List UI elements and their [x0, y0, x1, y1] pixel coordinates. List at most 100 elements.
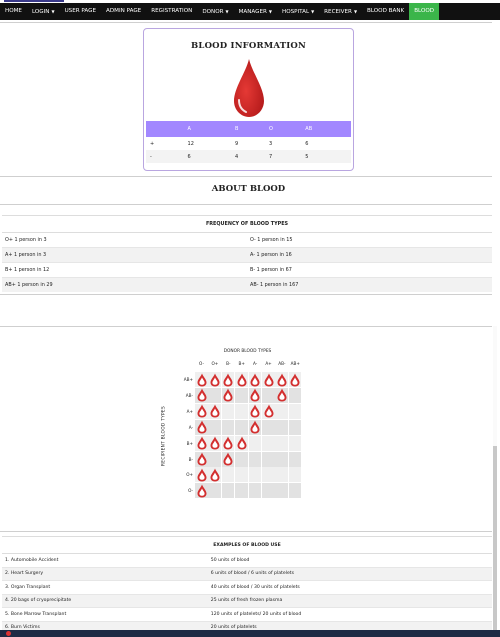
compatibility-cell: [195, 419, 208, 435]
blood-drop-icon: [210, 436, 220, 450]
frequency-cell: A+ 1 person in 3: [2, 247, 247, 263]
blood-use-cell: 50 units of blood: [207, 553, 492, 567]
nav-item-blood[interactable]: BLOOD: [409, 3, 440, 20]
nav-item-hospital[interactable]: HOSPITAL ▼: [277, 3, 319, 20]
info-cell: 4: [230, 150, 265, 163]
blood-use-row: 3. Organ Transplant 40 units of blood / 3…: [2, 580, 492, 594]
blood-use-table: EXAMPLES OF BLOOD USE 1. Automobile Accid…: [2, 536, 492, 634]
frequency-cell: AB+ 1 person in 29: [2, 277, 247, 292]
nav-item-label: RECEIVER: [324, 9, 352, 15]
frequency-row: O+ 1 person in 3 O- 1 person in 15: [2, 232, 492, 248]
info-cell: +: [150, 140, 155, 147]
compatibility-cell: [288, 451, 302, 467]
compatibility-cell: [235, 403, 248, 419]
nav-item-label: REGISTRATION: [151, 8, 193, 14]
info-cell: -: [146, 150, 184, 163]
info-cell: 6: [183, 150, 231, 163]
compatibility-cell: [195, 387, 208, 403]
compatibility-cell: [275, 467, 288, 483]
compatibility-cell: [235, 483, 248, 499]
blood-drop-icon: [210, 404, 220, 418]
caret-down-icon: ▼: [311, 9, 315, 14]
blood-drop-icon: [197, 420, 206, 434]
nav-item-home[interactable]: HOME: [0, 3, 27, 20]
nav-item-donor[interactable]: DONOR ▼: [197, 3, 233, 20]
scrollbar[interactable]: [493, 326, 497, 631]
nav-item-receiver[interactable]: RECEIVER ▼: [319, 3, 362, 20]
compatibility-cell: [221, 372, 235, 388]
blood-drop-icon: [250, 404, 260, 418]
blood-drop-icon: [264, 373, 273, 386]
frequency-title: FREQUENCY OF BLOOD TYPES: [2, 215, 492, 233]
info-header-cell: B: [230, 121, 265, 137]
blood-drop-icon: [250, 373, 260, 386]
compatibility-cell: [208, 451, 221, 467]
blood-drop-icon: [197, 404, 206, 418]
compatibility-cell: [288, 467, 302, 483]
compatibility-cell: [208, 372, 221, 388]
nav-item-manager[interactable]: MANAGER ▼: [234, 3, 277, 20]
compatibility-cell: [288, 387, 302, 403]
compatibility-cell: [275, 483, 288, 499]
compatibility-cell: [248, 435, 262, 451]
nav-item-login[interactable]: LOGIN ▼: [27, 3, 60, 20]
compatibility-cell: [195, 372, 208, 388]
donor-type-label: AB-: [278, 361, 286, 366]
divider: [0, 204, 492, 205]
nav-item-blood-bank[interactable]: BLOOD BANK: [362, 3, 409, 20]
compatibility-cell: [208, 483, 221, 499]
blood-use-cell: 25 units of fresh frozen plasma: [207, 593, 492, 608]
compatibility-cell: [235, 419, 248, 435]
scrollbar-thumb[interactable]: [493, 446, 497, 631]
compatibility-cell: [248, 451, 262, 467]
info-header-cell: AB: [301, 121, 351, 137]
divider: [0, 176, 492, 177]
compatibility-cell: [262, 483, 275, 499]
compatibility-cell: [208, 435, 221, 451]
blood-use-cell: 40 units of blood / 30 units of platelet…: [207, 580, 492, 594]
blood-drop-icon: [210, 373, 220, 386]
info-cell: 3: [268, 140, 273, 147]
footer-icon: [6, 631, 11, 636]
recipient-type-label: AB+: [183, 377, 193, 382]
blood-drop-icon: [197, 484, 206, 498]
blood-drop-icon: [210, 468, 220, 482]
compatibility-cell: [275, 419, 288, 435]
blood-use-cell: 4. 20 bags of cryoprecipitate: [2, 593, 208, 608]
divider: [0, 22, 492, 23]
compatibility-cell: [208, 467, 221, 483]
donor-type-label: O-: [199, 361, 204, 366]
card-title: BLOOD INFORMATION: [191, 41, 306, 51]
blood-info-table: A B O AB +12 9 3 6-6 4 7 5: [146, 121, 351, 163]
top-link-underline: [4, 0, 64, 2]
blood-drop-icon: [197, 452, 206, 466]
info-cell: 6: [305, 140, 309, 147]
nav-item-user-page[interactable]: USER PAGE: [60, 3, 101, 20]
compatibility-cell: [221, 483, 235, 499]
blood-use-cell: 120 units of platelets/ 20 units of bloo…: [207, 607, 492, 621]
compatibility-cell: [262, 403, 275, 419]
nav-item-registration[interactable]: REGISTRATION: [146, 3, 197, 20]
compatibility-cell: [248, 403, 262, 419]
nav-item-label: ADMIN PAGE: [106, 8, 142, 14]
blood-drop-icon: [233, 58, 265, 118]
recipient-type-label: O+: [186, 472, 193, 478]
nav-item-admin-page[interactable]: ADMIN PAGE: [101, 3, 146, 20]
footer-bar: [0, 630, 500, 637]
frequency-row: AB+ 1 person in 29 AB- 1 person in 167: [2, 277, 492, 292]
divider: [0, 326, 492, 327]
compatibility-cell: [248, 372, 262, 388]
compatibility-cell: [275, 403, 288, 419]
blood-use-cell: 3. Organ Transplant: [2, 580, 208, 594]
about-title: ABOUT BLOOD: [211, 184, 286, 194]
donor-type-label: A-: [252, 361, 258, 366]
donor-type-label: O+: [211, 361, 219, 366]
compatibility-cell: [248, 483, 262, 499]
frequency-cell: AB- 1 person in 167: [247, 277, 492, 292]
compatibility-cell: [208, 403, 221, 419]
compatibility-cell: [248, 387, 262, 403]
compatibility-cell: [288, 372, 302, 388]
recipient-type-label: O-: [188, 488, 193, 494]
compatibility-cell: [262, 451, 275, 467]
compatibility-cell: [235, 372, 248, 388]
